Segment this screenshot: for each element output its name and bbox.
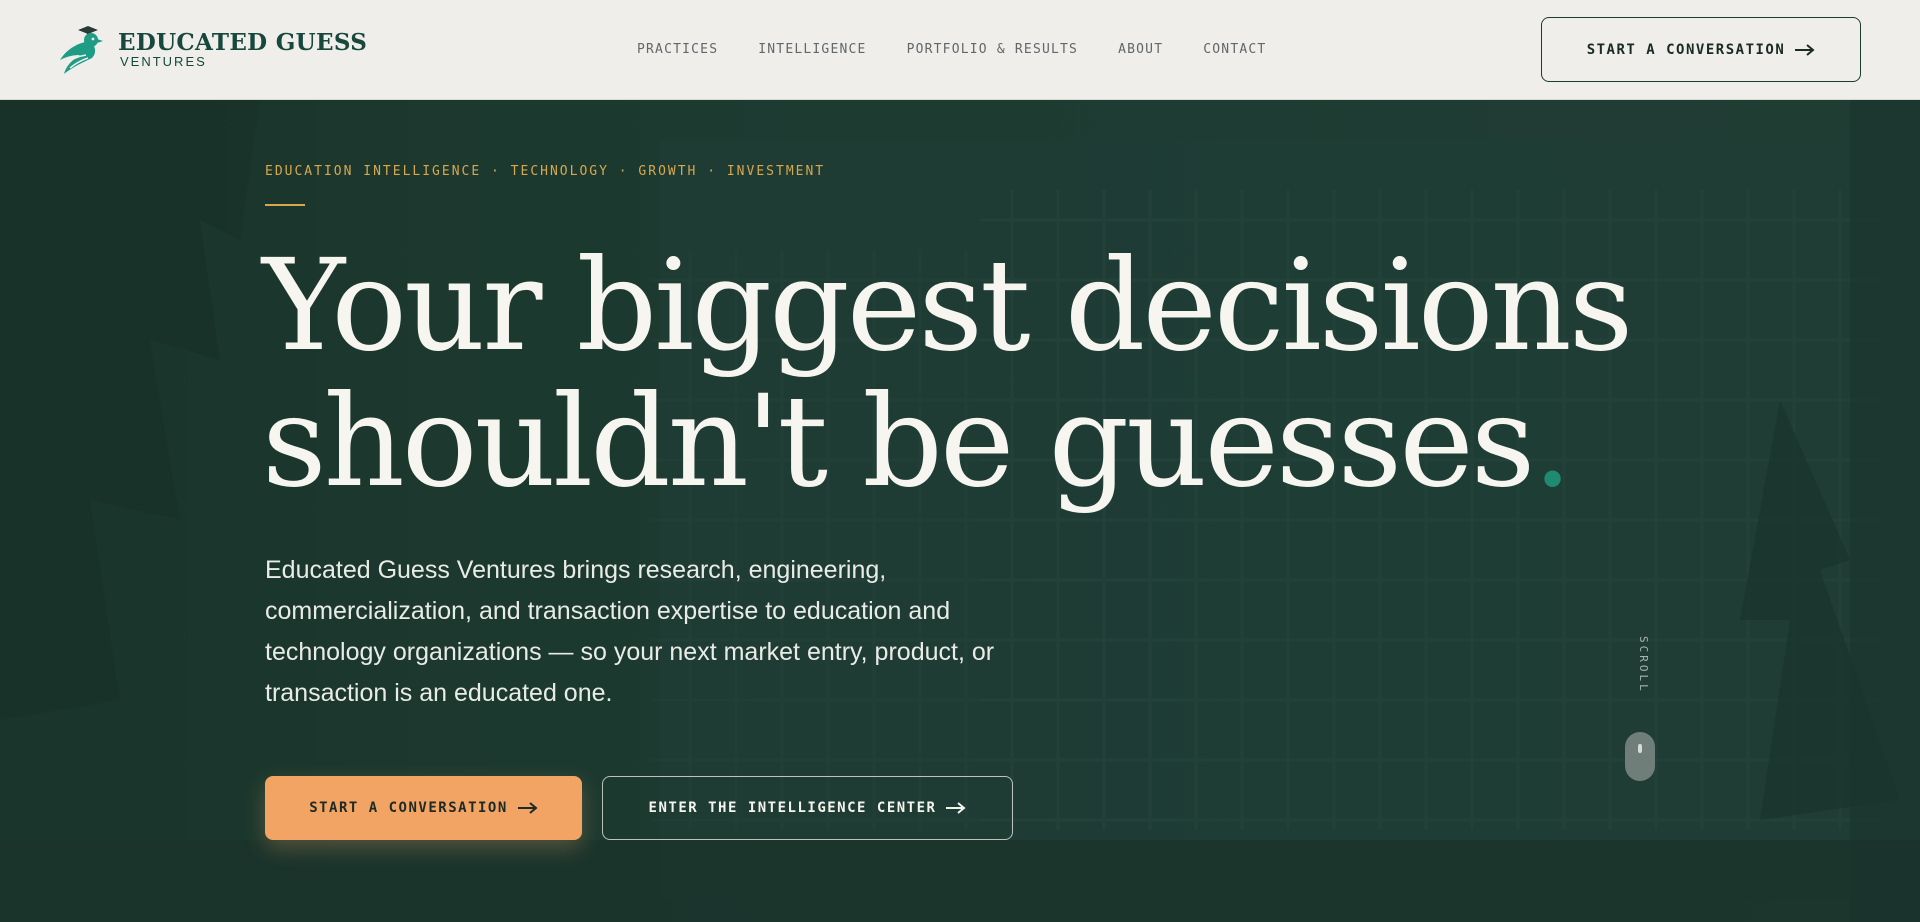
brand-logo-link[interactable]: EDUCATED GUESS VENTURES	[58, 22, 367, 76]
mouse-wheel	[1638, 744, 1642, 753]
brand-name: EDUCATED GUESS	[118, 28, 368, 56]
nav-portfolio-results[interactable]: PORTFOLIO & RESULTS	[907, 42, 1079, 57]
scroll-mouse-icon[interactable]	[1625, 732, 1655, 781]
bird-logo-icon	[60, 26, 103, 74]
scroll-label: SCROLL	[1637, 636, 1650, 694]
nav-contact[interactable]: CONTACT	[1203, 42, 1266, 57]
site-header: EDUCATED GUESS VENTURES PRACTICES INTELL…	[0, 0, 1920, 100]
arrow-right-icon	[946, 802, 967, 814]
nav-about[interactable]: ABOUT	[1118, 42, 1163, 57]
brand-subtitle: VENTURES	[120, 53, 207, 69]
hero-eyebrow: EDUCATION INTELLIGENCE · TECHNOLOGY · GR…	[265, 164, 826, 179]
header-cta-label: START A CONVERSATION	[1586, 41, 1786, 58]
primary-cta-label: START A CONVERSATION	[309, 800, 508, 816]
hero-section: EDUCATION INTELLIGENCE · TECHNOLOGY · GR…	[0, 100, 1920, 922]
enter-intelligence-center-button[interactable]: ENTER THE INTELLIGENCE CENTER	[602, 776, 1013, 840]
headline-line-2-text: shouldn't be guesses	[262, 368, 1535, 515]
header-start-conversation-button[interactable]: START A CONVERSATION	[1541, 17, 1861, 82]
headline-line-2: shouldn't be guesses.	[262, 374, 1662, 510]
main-nav: PRACTICES INTELLIGENCE PORTFOLIO & RESUL…	[637, 42, 1266, 57]
headline-accent-dot: .	[1532, 368, 1572, 515]
headline-line-1: Your biggest decisions	[262, 232, 1633, 379]
nav-practices[interactable]: PRACTICES	[637, 42, 718, 57]
arrow-right-icon	[1795, 43, 1815, 56]
hero-description: Educated Guess Ventures brings research,…	[265, 556, 995, 707]
secondary-cta-label: ENTER THE INTELLIGENCE CENTER	[648, 800, 937, 816]
eyebrow-divider	[265, 204, 305, 206]
arrow-right-icon	[517, 802, 538, 814]
hero-headline: Your biggest decisions shouldn't be gues…	[262, 238, 1662, 510]
hero-start-conversation-button[interactable]: START A CONVERSATION	[265, 776, 582, 840]
nav-intelligence[interactable]: INTELLIGENCE	[758, 42, 866, 57]
